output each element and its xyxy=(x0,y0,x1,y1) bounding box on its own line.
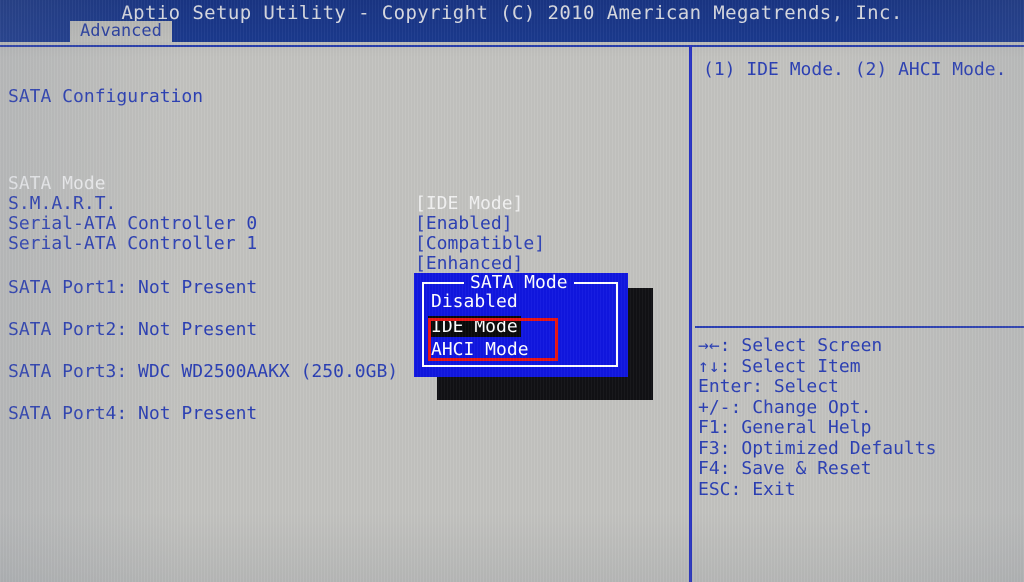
port-label: SATA Port2: Not Present xyxy=(8,319,258,340)
key-legend-row: Enter: Select xyxy=(698,376,1024,398)
key-glyph: F3: xyxy=(698,437,731,459)
key-action: Save & Reset xyxy=(741,458,872,479)
dialog-title: SATA Mode xyxy=(464,273,574,293)
key-glyph: ↑↓: xyxy=(698,355,731,377)
key-glyph: F4: xyxy=(698,458,731,479)
setting-row-sata-controller-1[interactable]: Serial-ATA Controller 1 [Enhanced] xyxy=(0,214,688,274)
key-legend-row: F3: Optimized Defaults xyxy=(698,437,1024,460)
annotation-rectangle xyxy=(428,318,558,361)
help-pane: (1) IDE Mode. (2) AHCI Mode. →←: Select … xyxy=(692,42,1024,582)
key-glyph: ESC: xyxy=(698,478,742,500)
tab-advanced[interactable]: Advanced xyxy=(70,21,172,42)
key-action: Optimized Defaults xyxy=(741,437,937,459)
section-title: SATA Configuration xyxy=(8,86,204,107)
help-divider xyxy=(695,326,1024,328)
tab-bar: Advanced xyxy=(0,21,1024,42)
key-glyph: →←: xyxy=(698,335,731,356)
key-action: Select Item xyxy=(741,355,861,377)
key-legend-row: +/-: Change Opt. xyxy=(698,396,1024,419)
dialog-option-disabled[interactable]: Disabled xyxy=(428,291,521,312)
key-legend-row: ESC: Exit xyxy=(698,478,1024,501)
key-action: General Help xyxy=(741,417,872,438)
setting-row-sata-mode[interactable]: SATA Mode [IDE Mode] xyxy=(0,154,688,214)
title-bar: Aptio Setup Utility - Copyright (C) 2010… xyxy=(0,0,1024,42)
key-legend-row: ↑↓: Select Item xyxy=(698,355,1024,378)
key-legend-row: →←: Select Screen xyxy=(698,335,1024,357)
key-glyph: +/-: xyxy=(698,396,742,418)
key-action: Exit xyxy=(752,478,796,500)
key-glyph: F1: xyxy=(698,417,731,438)
help-description: (1) IDE Mode. (2) AHCI Mode. xyxy=(703,59,1007,80)
key-legend-row: F4: Save & Reset xyxy=(698,458,1024,480)
port-label: SATA Port4: Not Present xyxy=(8,403,258,424)
port-label: SATA Port3: WDC WD2500AAKX (250.0GB) xyxy=(8,361,399,382)
key-legend: →←: Select Screen ↑↓: Select Item Enter:… xyxy=(698,335,1024,501)
setting-row-smart[interactable]: S.M.A.R.T. [Enabled] xyxy=(0,174,688,234)
section-title-row: SATA Configuration xyxy=(0,67,688,107)
setting-value[interactable]: [Compatible] xyxy=(415,234,545,254)
bios-setup-screen: Aptio Setup Utility - Copyright (C) 2010… xyxy=(0,0,1024,582)
setting-label: Serial-ATA Controller 1 xyxy=(8,233,258,254)
key-glyph: Enter: xyxy=(698,376,764,397)
setting-row-sata-controller-0[interactable]: Serial-ATA Controller 0 [Compatible] xyxy=(0,194,688,254)
port-label: SATA Port1: Not Present xyxy=(8,277,258,298)
key-legend-row: F1: General Help xyxy=(698,417,1024,439)
key-action: Select Screen xyxy=(741,335,883,356)
key-action: Select xyxy=(773,376,839,397)
key-action: Change Opt. xyxy=(752,396,872,418)
